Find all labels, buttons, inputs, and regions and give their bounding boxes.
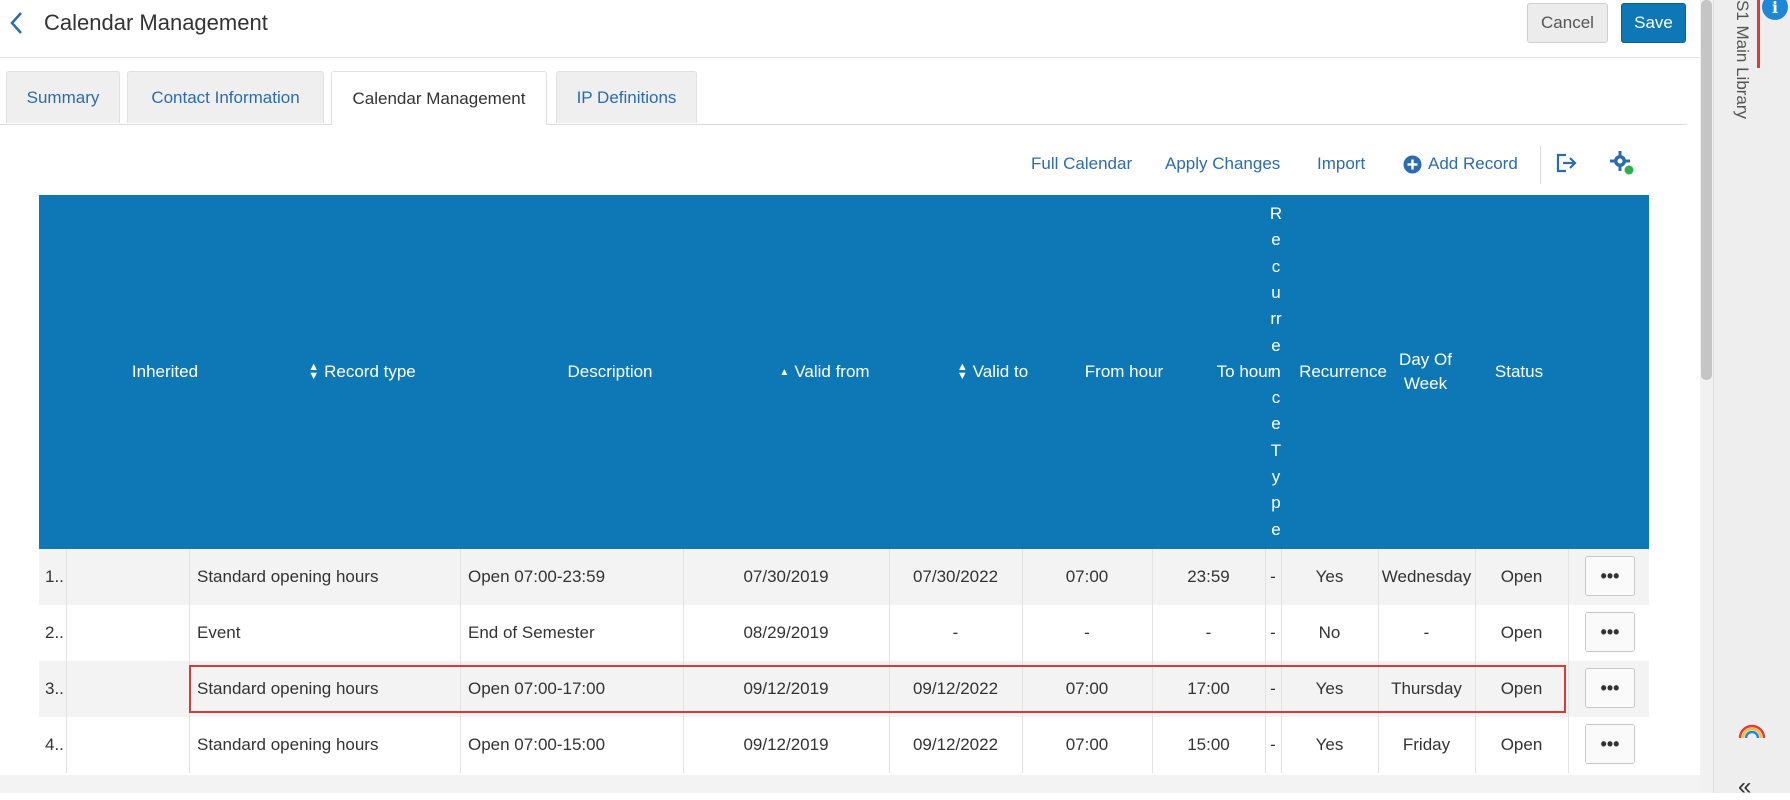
side-panel-library-label[interactable]: S1 Main Library [1732, 0, 1752, 119]
scrollbar-thumb[interactable] [1701, 0, 1712, 380]
cell-recurrence: Yes [1315, 679, 1344, 698]
cell-record-type: Event [197, 623, 241, 642]
cell-recurrence-type: - [1270, 679, 1276, 698]
bottom-strip [0, 775, 1700, 793]
side-panel-active-marker [1757, 0, 1760, 68]
row-actions-button[interactable]: ••• [1585, 724, 1635, 764]
cell-inherited [66, 661, 189, 717]
cell-recurrence: No [1318, 623, 1341, 642]
row-number: 1.. [45, 567, 64, 586]
cell-valid-to: 07/30/2022 [912, 567, 999, 586]
cell-recurrence: Yes [1315, 735, 1344, 754]
column-divider [1568, 605, 1569, 661]
cell-description: End of Semester [468, 623, 595, 642]
cell-inherited [66, 549, 189, 605]
row-number: 2.. [45, 623, 64, 642]
main-area: Calendar Management Cancel Save Summary … [0, 0, 1700, 793]
back-arrow-icon[interactable] [6, 8, 30, 38]
column-divider [1568, 549, 1569, 605]
col-day-of-week[interactable]: Day Of Week [1378, 195, 1473, 549]
cell-status: Open [1500, 679, 1543, 698]
column-divider [1568, 661, 1569, 717]
cell-recurrence-type: - [1270, 567, 1276, 586]
cell-status: Open [1500, 623, 1543, 642]
add-record-label: Add Record [1428, 154, 1518, 173]
cell-record-type: Standard opening hours [197, 679, 379, 698]
table-row[interactable]: 2.. Event End of Semester 08/29/2019 - - - - No -… [39, 605, 1649, 661]
col-valid-to[interactable]: ▲ ▼ Valid to [915, 195, 1070, 549]
cell-inherited [66, 717, 189, 773]
row-number: 3.. [45, 679, 64, 698]
toolbar-divider [1540, 146, 1541, 184]
cell-to-hour: - [1205, 623, 1212, 642]
cell-status: Open [1500, 735, 1543, 754]
cell-day-of-week: Thursday [1391, 679, 1462, 698]
cell-description: Open 07:00-15:00 [468, 735, 606, 754]
col-valid-from[interactable]: ▲ Valid from [722, 195, 927, 549]
row-actions-button[interactable]: ••• [1585, 612, 1635, 652]
sort-ascending-icon: ▲ [779, 366, 790, 378]
row-actions-button[interactable]: ••• [1585, 556, 1635, 596]
tab-bar: Summary Contact Information Calendar Man… [0, 70, 1687, 125]
cell-recurrence-type: - [1270, 623, 1276, 642]
rainbow-logo-icon[interactable] [1737, 723, 1767, 739]
cell-description: Open 07:00-23:59 [468, 567, 606, 586]
cell-from-hour: 07:00 [1065, 567, 1109, 586]
cell-to-hour: 15:00 [1187, 735, 1230, 754]
tab-calendar-management[interactable]: Calendar Management [331, 71, 547, 125]
export-icon[interactable] [1553, 150, 1579, 176]
cell-valid-to: - [952, 623, 959, 642]
cell-from-hour: - [1084, 623, 1090, 642]
cancel-button[interactable]: Cancel [1527, 3, 1608, 43]
cell-day-of-week: Friday [1402, 735, 1451, 754]
sort-both-icon: ▲ ▼ [956, 361, 968, 382]
col-description[interactable]: Description [460, 195, 760, 549]
cell-status: Open [1500, 567, 1543, 586]
cell-valid-to: 09/12/2022 [912, 679, 999, 698]
cell-inherited [66, 605, 189, 661]
cell-from-hour: 07:00 [1065, 735, 1109, 754]
cell-day-of-week: - [1423, 623, 1430, 642]
cell-description: Open 07:00-17:00 [468, 679, 606, 698]
collapse-panel-icon[interactable]: « [1738, 775, 1751, 799]
cell-valid-from: 09/12/2019 [743, 735, 829, 754]
tab-ip-definitions[interactable]: IP Definitions [556, 71, 697, 123]
cell-recurrence-type: - [1270, 735, 1276, 754]
cell-record-type: Standard opening hours [197, 735, 379, 754]
cell-from-hour: 07:00 [1065, 679, 1109, 698]
cell-record-type: Standard opening hours [197, 567, 379, 586]
save-button[interactable]: Save [1621, 3, 1686, 43]
cell-valid-from: 08/29/2019 [743, 623, 829, 642]
full-calendar-link[interactable]: Full Calendar [1031, 154, 1132, 174]
table-header: Inherited ▲ ▼ Record type Description ▲ V… [39, 195, 1649, 549]
cell-valid-to: 09/12/2022 [912, 735, 999, 754]
settings-gear-icon[interactable] [1609, 150, 1635, 176]
cell-valid-from: 07/30/2019 [743, 567, 829, 586]
tab-summary[interactable]: Summary [6, 71, 120, 123]
column-divider [1568, 717, 1569, 773]
import-link[interactable]: Import [1317, 154, 1365, 174]
tab-contact-information[interactable]: Contact Information [127, 71, 324, 123]
cell-to-hour: 17:00 [1187, 679, 1230, 698]
col-status[interactable]: Status [1469, 195, 1569, 549]
add-record-button[interactable]: Add Record [1403, 154, 1518, 174]
cell-to-hour: 23:59 [1187, 567, 1230, 586]
table-row[interactable]: 4.. Standard opening hours Open 07:00-15:0… [39, 717, 1649, 773]
row-number: 4.. [45, 735, 64, 754]
table-row[interactable]: 3.. Standard opening hours Open 07:00-17:0… [39, 661, 1649, 717]
table-row[interactable]: 1.. Standard opening hours Open 07:00-23:5… [39, 549, 1649, 605]
row-actions-button[interactable]: ••• [1585, 668, 1635, 708]
cell-day-of-week: Wednesday [1381, 567, 1472, 586]
plus-circle-icon [1403, 155, 1422, 174]
apply-changes-link[interactable]: Apply Changes [1165, 154, 1280, 174]
sort-both-icon: ▲ ▼ [308, 361, 320, 382]
page-header: Calendar Management Cancel Save [0, 0, 1700, 58]
cell-recurrence: Yes [1315, 567, 1344, 586]
cell-valid-from: 09/12/2019 [743, 679, 829, 698]
col-from-hour[interactable]: From hour [1059, 195, 1189, 549]
page-title: Calendar Management [44, 10, 268, 35]
